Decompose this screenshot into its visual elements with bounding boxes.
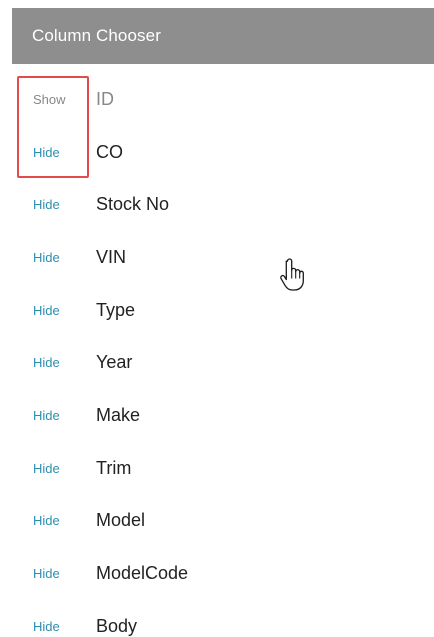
- column-name-type: Type: [96, 299, 136, 320]
- column-chooser-panel: Column Chooser Show ID Hide CO Hide Stoc…: [0, 0, 434, 637]
- column-row-model: Hide Model: [0, 495, 434, 548]
- column-name-vin: VIN: [96, 246, 127, 267]
- hide-toggle-body[interactable]: Hide: [33, 619, 60, 634]
- column-row-type: Hide Type: [0, 284, 434, 337]
- column-row-co: Hide CO: [0, 126, 434, 179]
- panel-title: Column Chooser: [32, 26, 161, 45]
- hide-toggle-model[interactable]: Hide: [33, 513, 60, 528]
- hide-toggle-make[interactable]: Hide: [33, 408, 60, 423]
- hide-toggle-year[interactable]: Hide: [33, 355, 60, 370]
- hide-toggle-vin[interactable]: Hide: [33, 250, 60, 265]
- column-name-trim: Trim: [96, 457, 132, 478]
- hide-toggle-stock-no[interactable]: Hide: [33, 197, 60, 212]
- column-row-stock-no: Hide Stock No: [0, 178, 434, 231]
- hide-toggle-type[interactable]: Hide: [33, 303, 60, 318]
- hand-pointer-icon: [280, 258, 304, 291]
- hide-toggle-trim[interactable]: Hide: [33, 461, 60, 476]
- column-name-model: Model: [96, 510, 146, 531]
- column-name-modelcode: ModelCode: [96, 563, 189, 584]
- column-row-id: Show ID: [0, 73, 434, 126]
- column-row-trim: Hide Trim: [0, 442, 434, 495]
- column-row-body: Hide Body: [0, 600, 434, 637]
- show-toggle-id[interactable]: Show: [33, 92, 66, 107]
- column-name-id: ID: [96, 88, 114, 109]
- column-name-year: Year: [96, 352, 133, 373]
- column-row-vin: Hide VIN: [0, 231, 434, 284]
- column-list: Show ID Hide CO Hide Stock No Hide VIN H…: [0, 73, 434, 637]
- column-name-stock-no: Stock No: [96, 194, 170, 215]
- hide-toggle-modelcode[interactable]: Hide: [33, 566, 60, 581]
- column-chooser-header: Column Chooser: [12, 8, 434, 64]
- column-row-modelcode: Hide ModelCode: [0, 547, 434, 600]
- column-row-make: Hide Make: [0, 389, 434, 442]
- column-name-co: CO: [96, 141, 123, 162]
- hide-toggle-co[interactable]: Hide: [33, 145, 60, 160]
- column-name-make: Make: [96, 404, 141, 425]
- column-row-year: Hide Year: [0, 336, 434, 389]
- column-name-body: Body: [96, 615, 138, 636]
